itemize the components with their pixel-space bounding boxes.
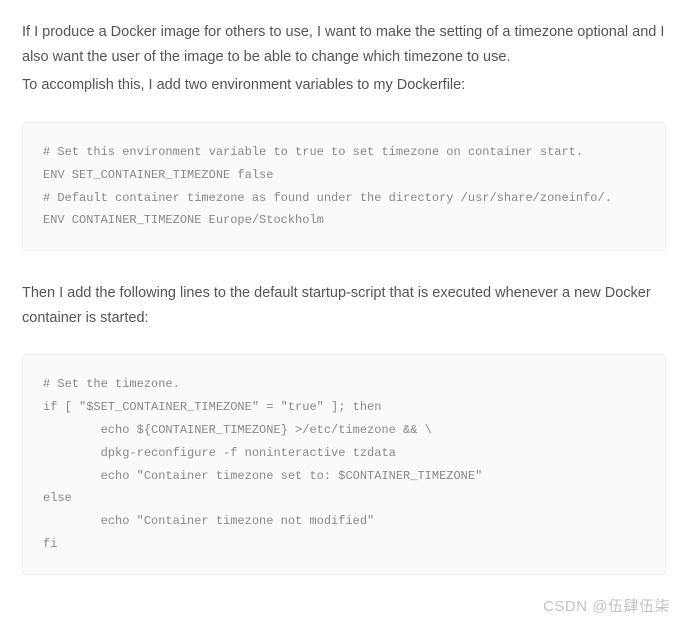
watermark-text: CSDN @伍肆伍柒 xyxy=(543,595,670,619)
code-block-script: # Set the timezone. if [ "$SET_CONTAINER… xyxy=(22,354,666,574)
paragraph-intro-2: To accomplish this, I add two environmen… xyxy=(22,73,666,98)
paragraph-middle: Then I add the following lines to the de… xyxy=(22,281,666,330)
code-block-dockerfile: # Set this environment variable to true … xyxy=(22,122,666,251)
paragraph-intro-1: If I produce a Docker image for others t… xyxy=(22,20,666,69)
